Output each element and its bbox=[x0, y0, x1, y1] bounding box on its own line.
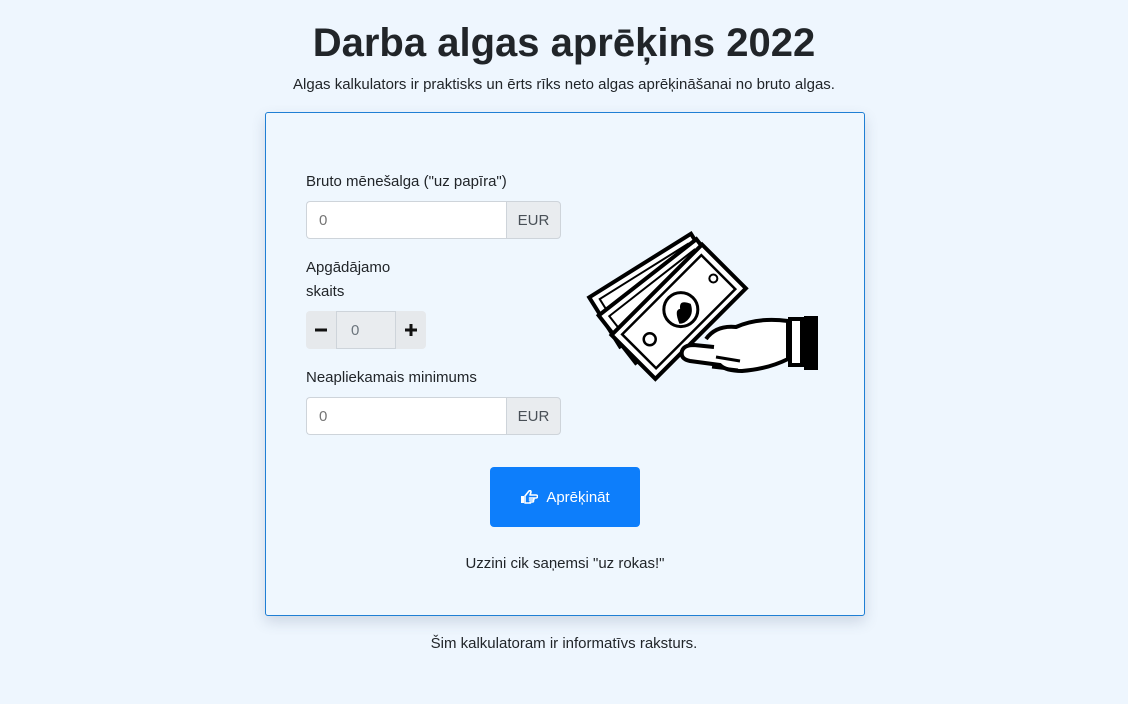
gross-salary-input[interactable] bbox=[306, 201, 506, 239]
dependents-label-line1: Apgādājamo bbox=[306, 259, 391, 276]
dependents-input[interactable] bbox=[336, 311, 396, 349]
minus-icon bbox=[315, 328, 327, 332]
dependents-decrement-button[interactable] bbox=[306, 311, 336, 349]
calculate-button-label: Aprēķināt bbox=[546, 488, 610, 506]
non-taxable-minimum-label: Neapliekamais minimums bbox=[306, 369, 477, 386]
plus-icon bbox=[405, 324, 417, 336]
gross-salary-group: EUR bbox=[306, 201, 562, 239]
dependents-increment-button[interactable] bbox=[396, 311, 426, 349]
non-taxable-minimum-input[interactable] bbox=[306, 397, 506, 435]
hand-holding-money-icon bbox=[586, 231, 818, 382]
gross-salary-label: Bruto mēnešalga ("uz papīra") bbox=[306, 173, 507, 190]
page-subtitle: Algas kalkulators ir praktisks un ērts r… bbox=[293, 76, 835, 93]
calculate-button[interactable]: Aprēķināt bbox=[490, 467, 640, 527]
non-taxable-minimum-currency: EUR bbox=[506, 397, 561, 435]
dependents-stepper bbox=[306, 311, 427, 349]
hint-text: Uzzini cik saņemsi "uz rokas!" bbox=[465, 555, 665, 572]
calculator-card: Bruto mēnešalga ("uz papīra") EUR Apgādā… bbox=[265, 112, 865, 616]
footer-note: Šim kalkulatoram ir informatīvs raksturs… bbox=[430, 635, 698, 652]
page-title: Darba algas aprēķins 2022 bbox=[312, 21, 816, 65]
hand-pointing-icon bbox=[521, 490, 539, 504]
dependents-label-line2: skaits bbox=[306, 283, 345, 300]
gross-salary-currency: EUR bbox=[506, 201, 561, 239]
dependents-label: Apgādājamo skaits bbox=[306, 256, 390, 304]
non-taxable-minimum-group: EUR bbox=[306, 397, 562, 435]
